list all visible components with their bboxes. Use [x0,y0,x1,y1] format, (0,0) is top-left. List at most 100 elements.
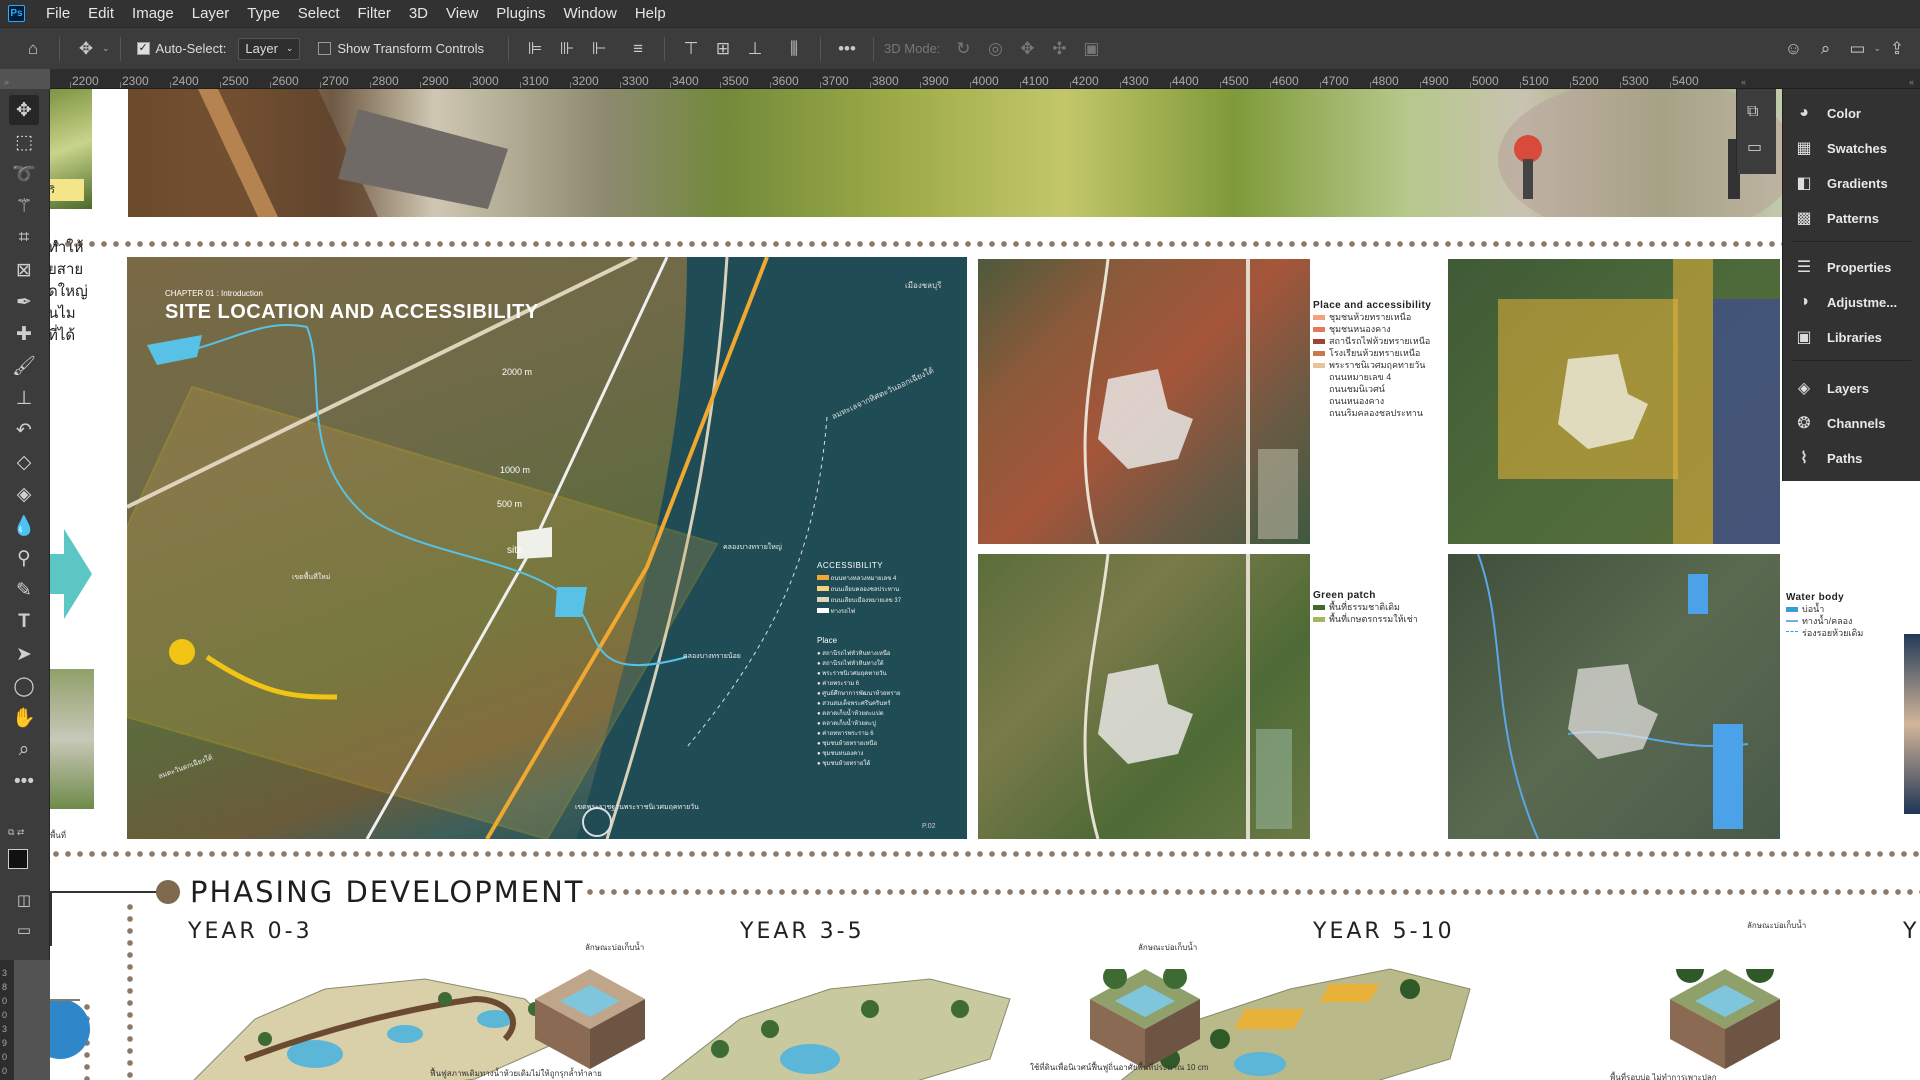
align-top-icon[interactable]: ⊤ [678,36,704,62]
ruler-tick-mark [920,82,921,88]
eraser-tool-icon[interactable]: ◇ [9,447,39,477]
chevron-down-icon[interactable]: ⌄ [1873,43,1881,54]
search-icon[interactable]: ⌕ [1812,36,1838,62]
ruler-tick-label: 3000 [472,74,499,88]
menu-layer[interactable]: Layer [183,5,239,22]
photoshop-logo[interactable]: Ps [8,5,25,22]
libraries-panel-button[interactable]: ▣ Libraries [1783,322,1920,352]
move-tool-icon[interactable]: ✥ [9,95,39,125]
share-icon[interactable]: ⇪ [1884,36,1910,62]
zoom-tool-icon[interactable]: ⌕ [9,735,39,765]
auto-select-target-dropdown[interactable]: Layer ⌄ [238,37,301,60]
ruler-tick-label: 3100 [522,74,549,88]
comments-panel-icon[interactable]: ▭ [1747,137,1762,157]
clone-stamp-tool-icon[interactable]: ⊥ [9,383,39,413]
distribute-vertical-icon[interactable]: ⫼ [781,36,807,62]
ruler-tick-label: 4300 [1122,74,1149,88]
menu-type[interactable]: Type [238,5,289,22]
checkbox-empty-icon[interactable] [318,42,332,55]
place-list: ● สถานีรถไฟหัวหินทางเหนือ ● สถานีรถไฟหัวห… [817,649,957,769]
paths-panel-button[interactable]: ⌇ Paths [1783,443,1920,473]
more-tools-icon[interactable]: ••• [9,767,39,797]
gradients-panel-button[interactable]: ◧ Gradients [1783,168,1920,198]
patterns-icon: ▩ [1796,210,1812,227]
legend-swatch [1313,398,1325,404]
crop-tool-icon[interactable]: ⌗ [9,223,39,253]
dodge-tool-icon[interactable]: ⚲ [9,543,39,573]
marquee-tool-icon[interactable]: ⬚ [9,127,39,157]
menu-image[interactable]: Image [123,5,183,22]
collapse-icon[interactable]: « [1741,77,1746,87]
auto-select-checkbox[interactable]: ✓ Auto-Select: [136,41,226,56]
caption-1: ฟื้นฟูสภาพเดิมทางน้ำห้วยเดิมไม่ให้ถูกรุก… [430,1069,602,1078]
show-transform-controls-checkbox[interactable]: Show Transform Controls [318,41,484,56]
home-icon[interactable]: ⌂ [20,36,46,62]
adjustments-panel-button[interactable]: ◑ Adjustme... [1783,287,1920,317]
pen-tool-icon[interactable]: ✎ [9,575,39,605]
blur-tool-icon[interactable]: 💧 [9,511,39,541]
swatches-panel-button[interactable]: ▦ Swatches [1783,133,1920,163]
patterns-panel-button[interactable]: ▩ Patterns [1783,203,1920,233]
menu-edit[interactable]: Edit [79,5,123,22]
place-legend-text: ชุมชนห้วยทรายใต้ [822,761,871,767]
history-brush-tool-icon[interactable]: ↶ [9,415,39,445]
hand-tool-icon[interactable]: ✋ [9,703,39,733]
place-legend-item: ● ตลาดเก็บน้ำห้วยตะแปด [817,709,957,719]
menu-window[interactable]: Window [554,5,625,22]
ruler-number: 0 [2,1066,8,1076]
horizontal-ruler[interactable]: 2200 2300 2400 2500 2600 2700 2800 2900 3000 3100… [50,69,1920,89]
menu-view[interactable]: View [437,5,487,22]
more-options-icon[interactable]: ••• [834,36,860,62]
align-left-icon[interactable]: ⊫ [522,36,548,62]
menu-plugins[interactable]: Plugins [487,5,554,22]
orbit-3d-icon[interactable]: ↻ [950,36,976,62]
collapse-icon[interactable]: « [1909,77,1914,87]
type-tool-icon[interactable]: T [9,607,39,637]
ruler-tick-label: 2400 [172,74,199,88]
chevron-down-icon[interactable]: ⌄ [102,43,110,54]
align-bottom-icon[interactable]: ⊥ [742,36,768,62]
align-middle-icon[interactable]: ⊞ [710,36,736,62]
screen-mode-icon[interactable]: ▭ [9,915,39,945]
menu-select[interactable]: Select [289,5,349,22]
workspace-icon[interactable]: ▭ [1844,36,1870,62]
healing-brush-tool-icon[interactable]: ✚ [9,319,39,349]
ruler-tick-mark [420,82,421,88]
checkmark-icon[interactable]: ✓ [136,42,150,55]
default-colors-icon[interactable]: ⧉ ⇄ [8,827,24,838]
camera-3d-icon[interactable]: ▣ [1078,36,1104,62]
roll-3d-icon[interactable]: ◎ [982,36,1008,62]
path-selection-tool-icon[interactable]: ➤ [9,639,39,669]
menu-help[interactable]: Help [626,5,675,22]
separator [873,36,875,61]
menu-file[interactable]: File [37,5,79,22]
slide-3d-icon[interactable]: ✣ [1046,36,1072,62]
history-panel-icon[interactable]: ⧉ [1747,103,1758,121]
brush-tool-icon[interactable]: 🖌 [9,351,39,381]
share-learn-icon[interactable]: ☺ [1780,36,1806,62]
vertical-ruler[interactable]: 3 8 0 0 3 9 0 0 [0,960,14,1080]
ellipse-tool-icon[interactable]: ◯ [9,671,39,701]
quick-mask-icon[interactable]: ◫ [9,885,39,915]
frame-tool-icon[interactable]: ⊠ [9,255,39,285]
pan-3d-icon[interactable]: ✥ [1014,36,1040,62]
align-right-icon[interactable]: ⊩ [586,36,612,62]
foreground-color-swatch[interactable] [8,849,28,869]
paint-bucket-tool-icon[interactable]: ◈ [9,479,39,509]
eyedropper-tool-icon[interactable]: ✒ [9,287,39,317]
magic-wand-tool-icon[interactable]: ⚚ [9,191,39,221]
collapse-icon[interactable]: » [4,77,9,87]
distribute-icon[interactable]: ≡ [625,36,651,62]
properties-panel-button[interactable]: ☰ Properties [1783,252,1920,282]
move-tool-icon[interactable]: ✥ [73,36,99,62]
lasso-tool-icon[interactable]: ➰ [9,159,39,189]
color-panel-button[interactable]: ◕ Color [1783,98,1920,128]
ruler-tick-label: 3900 [922,74,949,88]
menu-filter[interactable]: Filter [349,5,400,22]
layers-panel-button[interactable]: ◈ Layers [1783,373,1920,403]
ruler-tick-mark [170,82,171,88]
channels-panel-button[interactable]: ❂ Channels [1783,408,1920,438]
menu-3d[interactable]: 3D [400,5,437,22]
align-center-icon[interactable]: ⊪ [554,36,580,62]
document-canvas[interactable]: าริ ทำให้ ยสาย ดใหญ่ ันไม ที่ได้ [50,89,1920,1080]
